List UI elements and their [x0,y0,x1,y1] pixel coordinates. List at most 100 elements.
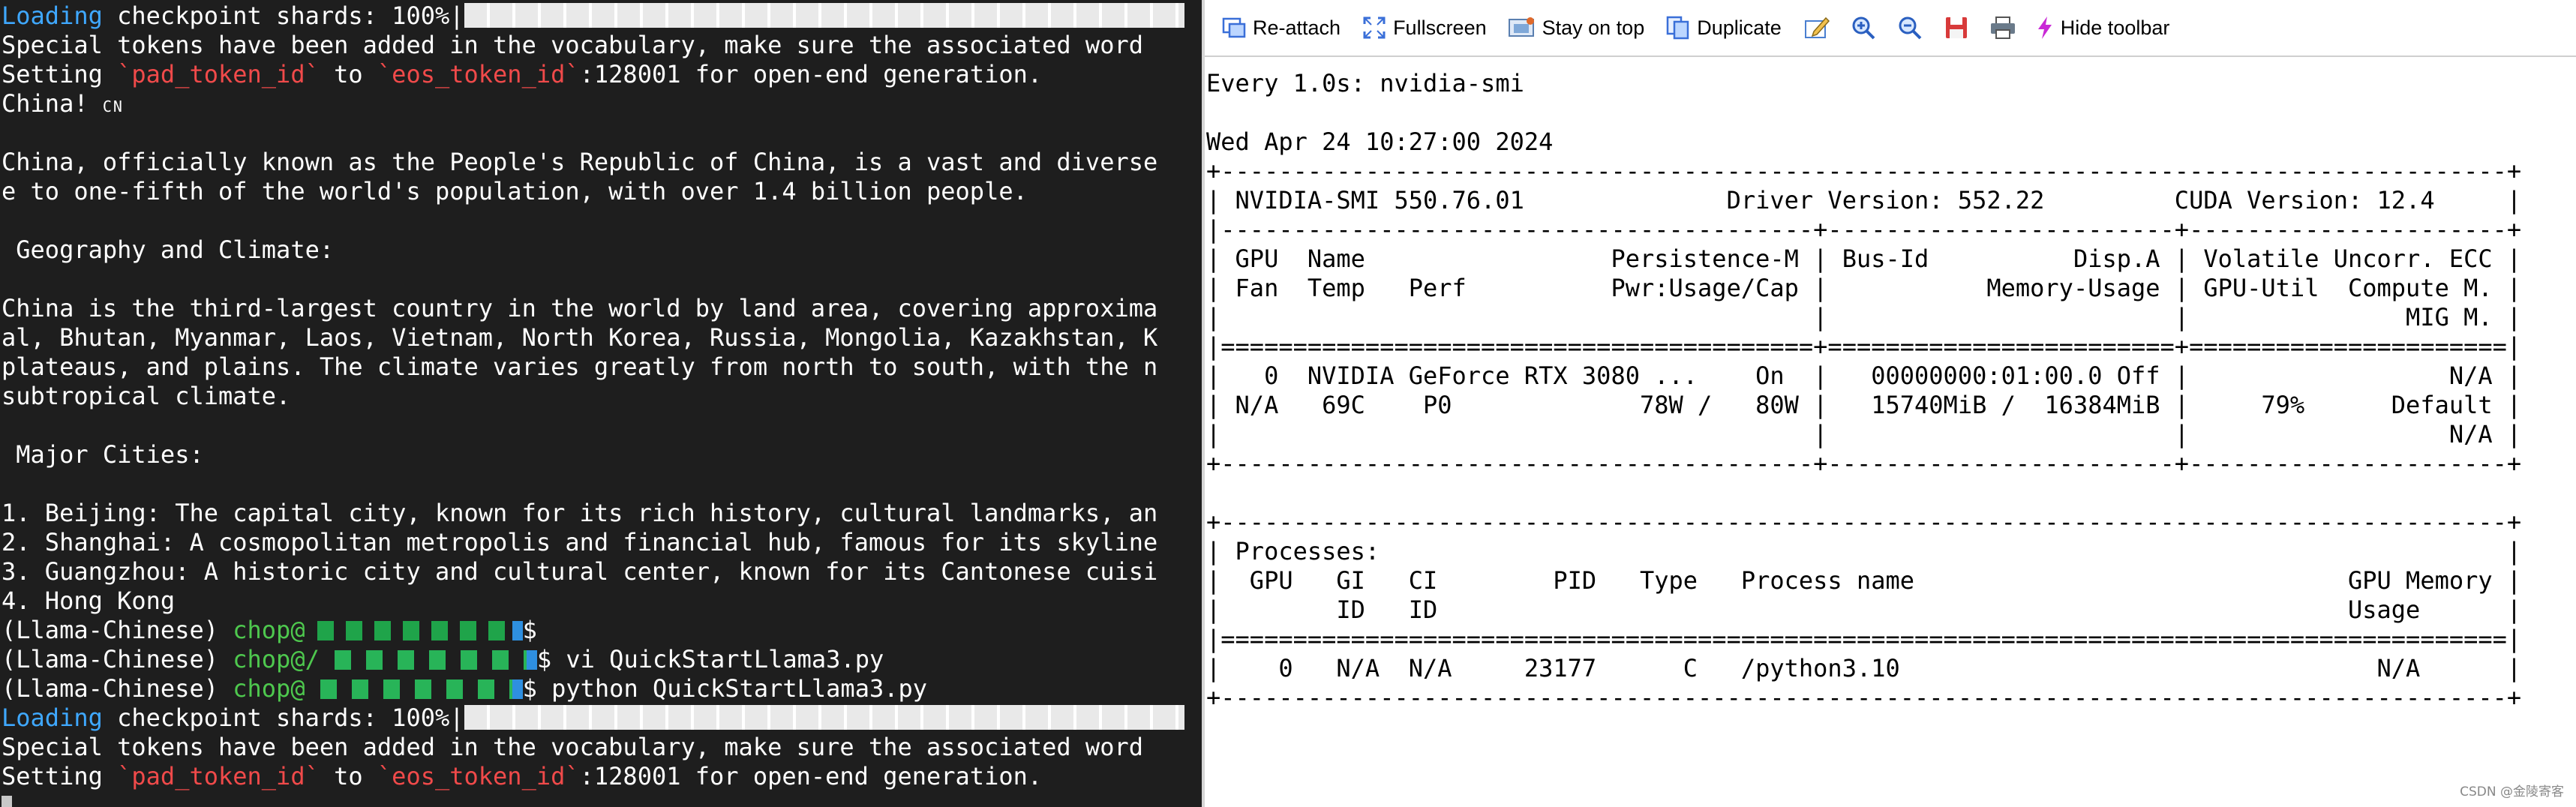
zoom-in-button[interactable] [1840,5,1887,50]
terminal-text: `pad_token_id` [117,762,320,790]
nvidia-smi-line: |=======================================… [1206,332,2522,361]
terminal-line: 4. Hong Kong [2,586,1184,616]
stay-on-top-button[interactable]: Stay on top [1499,5,1654,50]
nvidia-smi-line: | ID ID Usage | [1206,596,2522,624]
nvidia-smi-line: | Processes: | [1206,537,2522,566]
terminal-line: 3. Guangzhou: A historic city and cultur… [2,557,1184,586]
hide-toolbar-label: Hide toolbar [2060,16,2170,39]
nvidia-smi-line [1206,478,2521,508]
nvidia-smi-line: +---------------------------------------… [1206,157,2522,185]
progress-bar [464,3,1184,28]
right-terminal-pane[interactable]: Re-attach Fullscreen Stay on top Duplica… [1205,0,2576,807]
terminal-line: Special tokens have been added in the vo… [2,733,1184,762]
nvidia-smi-line: +---------------------------------------… [1206,449,2522,478]
terminal-text: (Llama-Chinese) [2,674,233,703]
terminal-text: 3. Guangzhou: A historic city and cultur… [2,557,1158,586]
terminal-line: Major Cities: [2,440,1184,470]
terminal-text: checkpoint shards: 100%| [102,2,464,30]
terminal-text: chop@ [233,674,305,703]
fullscreen-label: Fullscreen [1393,16,1487,39]
terminal-text: China is the third-largest country in th… [2,294,1158,322]
terminal-line: Setting `pad_token_id` to `eos_token_id`… [2,60,1184,89]
terminal-line: China is the third-largest country in th… [2,294,1184,323]
terminal-line: (Llama-Chinese) chop@ $ python QuickStart… [2,674,1184,704]
duplicate-button[interactable]: Duplicate [1656,5,1791,50]
terminal-line: plateaus, and plains. The climate varies… [2,352,1184,382]
terminal-text: chop@/ [233,645,320,674]
terminal-text: :128001 for open-end generation. [579,60,1043,88]
terminal-text: (Llama-Chinese) [2,616,233,644]
left-terminal-pane[interactable]: Loading checkpoint shards: 100%| Special … [0,0,1202,807]
terminal-line: China! CN [2,89,1184,118]
watermark: CSDN @金陵寄客 [2460,784,2564,800]
nvidia-smi-line: | N/A 69C P0 78W / 80W | 15740MiB / 1638… [1206,391,2522,419]
terminal-text: :128001 for open-end generation. [579,762,1043,790]
terminal-text: plateaus, and plains. The climate varies… [2,352,1158,381]
terminal-line: e to one-fifth of the world's population… [2,177,1184,206]
nvidia-smi-line: Wed Apr 24 10:27:00 2024 [1206,128,1554,156]
reattach-button[interactable]: Re-attach [1212,5,1350,50]
terminal-line: 2. Shanghai: A cosmopolitan metropolis a… [2,528,1184,557]
zoom-in-icon [1852,16,1875,40]
save-button[interactable] [1933,5,1980,50]
terminal-line: Setting `pad_token_id` to `eos_token_id`… [2,762,1184,791]
fullscreen-button[interactable]: Fullscreen [1353,5,1496,50]
terminal-text: $ python QuickStartLlama3.py [522,674,928,703]
nvidia-smi-line: | | | MIG M. | [1206,303,2522,332]
print-button[interactable] [1980,5,2026,50]
terminal-line: Geography and Climate: [2,236,1184,265]
nvidia-smi-line: | 0 NVIDIA GeForce RTX 3080 ... On | 000… [1206,362,2522,390]
print-icon [1990,16,2015,39]
terminal-text: CN [102,98,124,116]
terminal-text: chop@ [233,616,305,644]
terminal-text: China, officially known as the People's … [2,148,1158,176]
terminal-text: (Llama-Chinese) [2,645,233,674]
terminal-text: Special tokens have been added in the vo… [2,31,1143,59]
edit-button[interactable] [1794,5,1840,50]
terminal-line: subtropical climate. [2,382,1184,411]
terminal-text: 4. Hong Kong [2,586,176,615]
progress-bar [464,705,1184,730]
terminal-text: Loading [2,2,103,30]
terminal-text: China! [2,89,103,118]
hide-toolbar-button[interactable]: Hide toolbar [2026,5,2179,50]
lightning-icon [2037,16,2052,39]
nvidia-smi-line: |=======================================… [1206,625,2522,653]
terminal-text: checkpoint shards: 100%| [102,704,464,732]
redacted-hostname [319,650,537,670]
terminal-line: Special tokens have been added in the vo… [2,31,1184,60]
redacted-hostname [305,621,523,640]
terminal-text: `eos_token_id` [377,60,580,88]
terminal-line: China, officially known as the People's … [2,148,1184,177]
terminal-text: Geography and Climate: [2,236,335,264]
nvidia-smi-line: +---------------------------------------… [1206,508,2522,536]
duplicate-label: Duplicate [1697,16,1782,39]
stay-on-top-label: Stay on top [1542,16,1645,39]
nvidia-smi-line: | | | N/A | [1206,420,2522,448]
terminal-text: Special tokens have been added in the vo… [2,733,1143,761]
terminal-text: al, Bhutan, Myanmar, Laos, Vietnam, Nort… [2,323,1158,352]
edit-icon [1804,16,1830,38]
fullscreen-icon [1363,16,1386,39]
nvidia-smi-output[interactable]: Every 1.0s: nvidia-smi Wed Apr 24 10:27:0… [1206,69,2521,712]
terminal-text: Loading [2,704,103,732]
left-terminal-output[interactable]: Loading checkpoint shards: 100%| Special … [2,2,1184,807]
terminal-line: 1. Beijing: The capital city, known for … [2,499,1184,528]
terminal-text: to [319,60,377,88]
terminal-line: al, Bhutan, Myanmar, Laos, Vietnam, Nort… [2,323,1184,352]
nvidia-smi-line: |---------------------------------------… [1206,215,2522,244]
nvidia-smi-line: | NVIDIA-SMI 550.76.01 Driver Version: 5… [1206,186,2522,214]
zoom-out-icon [1899,16,1922,40]
redacted-hostname [305,680,523,699]
nvidia-smi-line: +---------------------------------------… [1206,683,2522,712]
terminal-line: Loading checkpoint shards: 100%| [2,2,1184,31]
terminal-text: Major Cities: [2,440,204,469]
zoom-out-button[interactable] [1887,5,1933,50]
nvidia-smi-line: | Fan Temp Perf Pwr:Usage/Cap | Memory-U… [1206,274,2522,302]
terminal-text: Setting [2,60,118,88]
